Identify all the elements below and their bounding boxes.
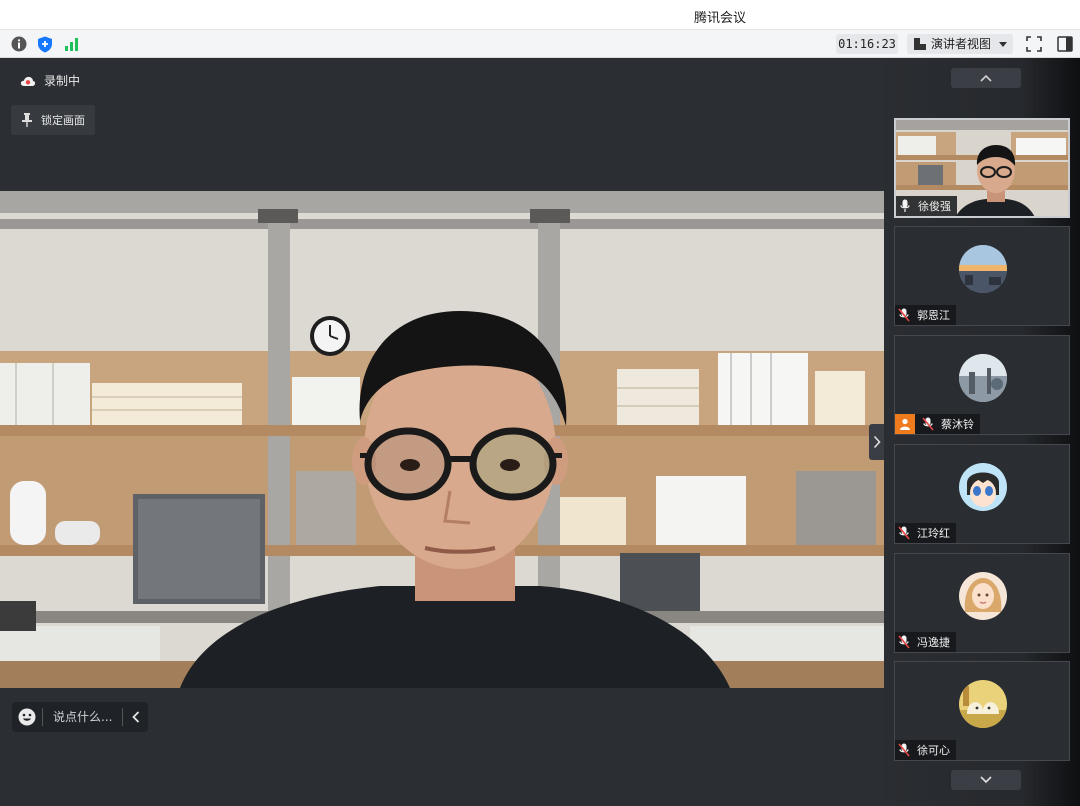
- chevron-down-icon: [999, 42, 1007, 47]
- mic-muted-icon: [895, 633, 913, 651]
- participant-tile[interactable]: 徐俊强: [894, 118, 1070, 218]
- main-stage: 录制中 锁定画面 说点什么...: [0, 58, 885, 806]
- participant-name: 江玲红: [917, 527, 950, 540]
- recording-label: 录制中: [44, 74, 81, 88]
- layout-icon: [914, 38, 926, 50]
- participant-name: 郭恩江: [917, 309, 950, 322]
- info-icon[interactable]: [10, 35, 28, 53]
- participant-tile[interactable]: 郭恩江: [894, 226, 1070, 326]
- chevron-up-icon: [980, 74, 992, 82]
- participant-namebar: 蔡沐铃: [895, 414, 980, 434]
- mic-on-icon: [896, 197, 914, 215]
- participant-namebar: 江玲红: [895, 523, 956, 543]
- mic-muted-icon: [895, 524, 913, 542]
- cloud-record-icon: [20, 76, 36, 86]
- lock-screen-label: 锁定画面: [41, 114, 85, 127]
- meeting-timer: 01:16:23: [836, 34, 898, 54]
- emoji-icon[interactable]: [12, 708, 42, 726]
- host-badge-icon: [895, 414, 915, 434]
- chat-input[interactable]: 说点什么...: [42, 708, 122, 726]
- pin-icon: [22, 113, 32, 127]
- participant-namebar: 郭恩江: [895, 305, 956, 325]
- shield-icon[interactable]: [36, 35, 54, 53]
- participant-namebar: 徐俊强: [896, 196, 957, 216]
- participant-tile[interactable]: 冯逸捷: [894, 553, 1070, 653]
- avatar: [959, 572, 1007, 620]
- lock-screen-button[interactable]: 锁定画面: [11, 105, 95, 135]
- collapse-sidebar-handle[interactable]: [869, 424, 885, 460]
- sidebar-toggle-button[interactable]: [1054, 34, 1076, 54]
- participant-tile[interactable]: 江玲红: [894, 444, 1070, 544]
- title-bar: 腾讯会议: [0, 0, 1080, 30]
- participant-name: 徐可心: [917, 744, 950, 757]
- view-mode-dropdown[interactable]: 演讲者视图: [907, 34, 1013, 54]
- mic-muted-icon: [895, 741, 913, 759]
- chevron-down-icon: [980, 776, 992, 784]
- chevron-left-icon: [131, 711, 139, 723]
- avatar: [959, 354, 1007, 402]
- chat-input-bar[interactable]: 说点什么...: [12, 702, 148, 732]
- avatar: [959, 245, 1007, 293]
- scroll-down-button[interactable]: [951, 770, 1021, 790]
- speaker-video: [0, 191, 884, 688]
- participant-namebar: 徐可心: [895, 740, 956, 760]
- avatar: [959, 463, 1007, 511]
- participant-tile[interactable]: 徐可心: [894, 661, 1070, 761]
- mic-muted-icon: [895, 306, 913, 324]
- scroll-up-button[interactable]: [951, 68, 1021, 88]
- avatar: [959, 680, 1007, 728]
- fullscreen-button[interactable]: [1023, 34, 1045, 54]
- participant-namebar: 冯逸捷: [895, 632, 956, 652]
- meeting-toolbar: 01:16:23 演讲者视图: [0, 30, 1080, 58]
- collapse-chat-button[interactable]: [122, 708, 148, 726]
- participant-name: 徐俊强: [918, 200, 951, 213]
- view-mode-label: 演讲者视图: [931, 37, 992, 51]
- fullscreen-icon: [1026, 36, 1042, 52]
- sidebar-toggle-icon: [1057, 36, 1073, 52]
- recording-indicator: 录制中: [20, 72, 80, 89]
- participant-name: 冯逸捷: [917, 636, 950, 649]
- participant-tile[interactable]: 蔡沐铃: [894, 335, 1070, 435]
- participant-name: 蔡沐铃: [941, 418, 974, 431]
- mic-muted-icon: [919, 415, 937, 433]
- window-title: 腾讯会议: [693, 11, 746, 26]
- participant-sidebar: 徐俊强 郭恩江 蔡沐铃 江玲红 冯逸捷 徐可心: [884, 58, 1080, 806]
- signal-icon[interactable]: [63, 35, 81, 53]
- chevron-right-icon: [873, 435, 881, 449]
